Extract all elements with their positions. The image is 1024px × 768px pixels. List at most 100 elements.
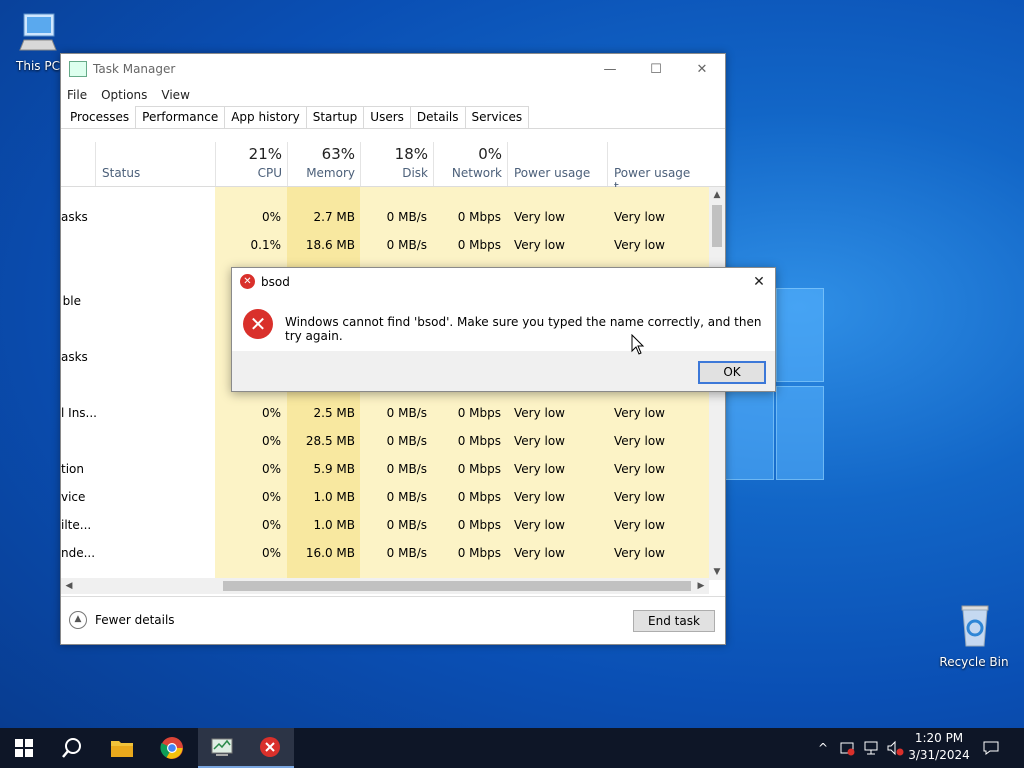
column-status[interactable]: Status [95, 142, 216, 186]
table-row[interactable]: nde... 0% 16.0 MB 0 MB/s 0 Mbps Very low Very … [61, 539, 709, 567]
dialog-title-bar[interactable]: ✕ bsod [240, 274, 290, 289]
taskbar-clock[interactable]: 1:20 PM 3/31/2024 [900, 730, 978, 764]
cell-power-trend: Very low [614, 210, 665, 224]
cell-name: asks [61, 210, 88, 224]
cell-cpu: 0% [261, 518, 281, 532]
cell-power: Very low [514, 238, 565, 252]
column-disk[interactable]: 18% Disk [360, 142, 434, 186]
cell-power: Very low [514, 406, 565, 420]
table-row[interactable]: asks 0% 2.7 MB 0 MB/s 0 Mbps Very low Very low [61, 203, 709, 231]
show-hidden-icons-chevron-up-icon[interactable]: ^ [814, 728, 832, 768]
chrome-icon [160, 737, 183, 759]
tab-users[interactable]: Users [363, 106, 411, 128]
desktop-icon-label: Recycle Bin [939, 655, 1009, 669]
cell-cpu: 0% [261, 490, 281, 504]
cell-cpu: 0% [261, 546, 281, 560]
network-icon[interactable] [860, 728, 882, 768]
column-percent: 21% [248, 145, 282, 163]
tab-services[interactable]: Services [464, 106, 530, 128]
column-label: Disk [402, 166, 428, 180]
cell-disk: 0 MB/s [386, 490, 427, 504]
tab-performance[interactable]: Performance [135, 106, 226, 128]
scroll-left-arrow-icon[interactable]: ◀ [61, 578, 77, 594]
cell-network: 0 Mbps [457, 490, 501, 504]
table-row[interactable]: tion 0% 5.9 MB 0 MB/s 0 Mbps Very low Very low [61, 455, 709, 483]
cell-power-trend: Very low [614, 462, 665, 476]
desktop-icon-recycle-bin[interactable]: Recycle Bin [936, 600, 1012, 669]
cell-power: Very low [514, 490, 565, 504]
title-bar[interactable]: Task Manager — ☐ ✕ [61, 54, 725, 84]
dialog-content: ✕ bsod ✕ ✕ Windows cannot find 'bsod'. M… [232, 268, 775, 351]
cell-name: l Ins... [61, 406, 97, 420]
task-manager-icon [211, 738, 233, 756]
search-icon [62, 738, 81, 758]
column-power-usage[interactable]: Power usage [507, 142, 608, 186]
cell-name: nde... [61, 546, 96, 560]
cell-disk: 0 MB/s [386, 434, 427, 448]
tab-details[interactable]: Details [409, 106, 466, 128]
menu-file[interactable]: File [67, 88, 87, 102]
clock-time: 1:20 PM [914, 731, 964, 745]
cell-power-trend: Very low [614, 518, 665, 532]
column-percent: 63% [321, 145, 355, 163]
cell-power: Very low [514, 434, 565, 448]
table-row[interactable]: 0% 28.5 MB 0 MB/s 0 Mbps Very low Very low [61, 427, 709, 455]
cell-name: asks [61, 350, 88, 364]
security-warning-icon[interactable] [836, 728, 858, 768]
column-power-usage-trend[interactable]: Power usage t... [607, 142, 710, 194]
clock-date: 3/31/2024 [908, 748, 970, 762]
horizontal-scroll-thumb[interactable] [223, 581, 691, 591]
notifications-icon[interactable] [980, 728, 1002, 768]
horizontal-scrollbar[interactable]: ◀ ▶ [61, 578, 709, 594]
fewer-details-label: Fewer details [95, 613, 175, 627]
maximize-button[interactable]: ☐ [633, 54, 679, 84]
taskbar-chrome[interactable] [148, 728, 196, 768]
cell-power: Very low [514, 546, 565, 560]
taskbar-error-dialog[interactable] [246, 728, 294, 768]
cell-power: Very low [514, 518, 565, 532]
table-row[interactable]: 0.1% 18.6 MB 0 MB/s 0 Mbps Very low Very low [61, 231, 709, 259]
cell-cpu: 0.1% [250, 238, 282, 252]
error-large-icon: ✕ [243, 309, 273, 339]
column-cpu[interactable]: 21% CPU [215, 142, 288, 186]
close-button[interactable]: ✕ [679, 54, 725, 84]
tab-app-history[interactable]: App history [224, 106, 307, 128]
cell-network: 0 Mbps [457, 462, 501, 476]
task-manager-app-icon [69, 61, 87, 77]
cell-power-trend: Very low [614, 434, 665, 448]
column-network[interactable]: 0% Network [433, 142, 508, 186]
cell-cpu: 0% [261, 434, 281, 448]
column-memory[interactable]: 63% Memory [287, 142, 361, 186]
cell-disk: 0 MB/s [386, 518, 427, 532]
table-row[interactable]: l Ins... 0% 2.5 MB 0 MB/s 0 Mbps Very low Very… [61, 399, 709, 427]
cell-disk: 0 MB/s [386, 406, 427, 420]
dialog-title: bsod [261, 274, 290, 289]
cell-power-trend: Very low [614, 546, 665, 560]
tab-startup[interactable]: Startup [305, 106, 365, 128]
scroll-right-arrow-icon[interactable]: ▶ [693, 578, 709, 594]
fewer-details-toggle[interactable]: ▲ Fewer details [69, 611, 175, 629]
taskbar-task-manager[interactable] [198, 728, 246, 768]
chevron-up-icon: ▲ [69, 611, 87, 629]
vertical-scroll-thumb[interactable] [712, 205, 722, 247]
table-row[interactable]: vice 0% 1.0 MB 0 MB/s 0 Mbps Very low Very low [61, 483, 709, 511]
scroll-up-arrow-icon[interactable]: ▲ [709, 187, 725, 203]
end-task-button[interactable]: End task [633, 610, 715, 632]
table-row[interactable]: ilte... 0% 1.0 MB 0 MB/s 0 Mbps Very low Very … [61, 511, 709, 539]
menu-view[interactable]: View [161, 88, 189, 102]
cell-disk: 0 MB/s [386, 462, 427, 476]
cell-network: 0 Mbps [457, 434, 501, 448]
cell-memory: 16.0 MB [305, 546, 355, 560]
menu-options[interactable]: Options [101, 88, 147, 102]
scroll-down-arrow-icon[interactable]: ▼ [709, 564, 725, 580]
start-button[interactable] [0, 728, 48, 768]
column-label: Power usage [514, 166, 591, 180]
search-button[interactable] [48, 728, 96, 768]
taskbar-file-explorer[interactable] [98, 728, 146, 768]
dialog-close-button[interactable]: ✕ [747, 270, 771, 294]
ok-button[interactable]: OK [698, 361, 766, 384]
error-dialog: ✕ bsod ✕ ✕ Windows cannot find 'bsod'. M… [231, 267, 776, 392]
tab-processes[interactable]: Processes [63, 106, 137, 128]
cell-network: 0 Mbps [457, 546, 501, 560]
minimize-button[interactable]: — [587, 54, 633, 84]
